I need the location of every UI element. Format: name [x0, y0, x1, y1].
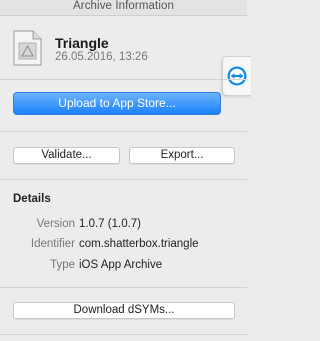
export-button[interactable]: Export...	[129, 147, 235, 164]
detail-key: Version	[36, 218, 75, 230]
divider	[0, 287, 247, 288]
title-bar: Archive Information	[0, 0, 247, 16]
upload-to-app-store-button[interactable]: Upload to App Store...	[13, 92, 221, 115]
divider	[0, 334, 247, 335]
divider	[0, 179, 247, 180]
validate-button[interactable]: Validate...	[13, 147, 120, 164]
detail-value: 1.0.7 (1.0.7)	[79, 218, 142, 230]
archive-header: Triangle 26.05.2016, 13:26	[0, 16, 247, 79]
detail-value: iOS App Archive	[79, 259, 163, 271]
details-title: Details	[13, 193, 51, 205]
divider	[0, 79, 247, 80]
archive-name: Triangle	[55, 35, 109, 51]
detail-key: Type	[50, 259, 75, 271]
divider	[0, 131, 247, 132]
download-dsyms-button[interactable]: Download dSYMs...	[13, 302, 235, 319]
window-title: Archive Information	[73, 0, 174, 12]
detail-value: com.shatterbox.triangle	[79, 238, 199, 250]
detail-key: Identifier	[30, 238, 75, 250]
app-icon	[12, 30, 42, 66]
teamviewer-icon	[227, 66, 247, 86]
archive-date: 26.05.2016, 13:26	[55, 51, 148, 63]
teamviewer-tab[interactable]	[222, 56, 251, 96]
